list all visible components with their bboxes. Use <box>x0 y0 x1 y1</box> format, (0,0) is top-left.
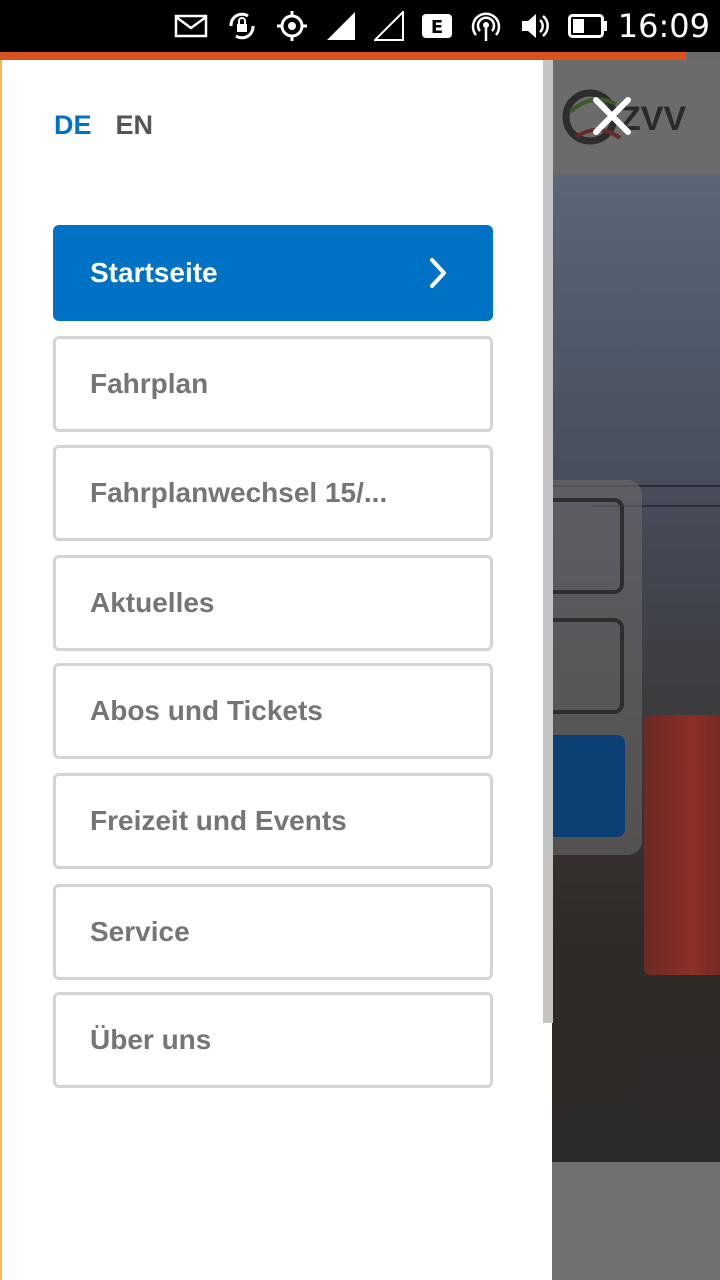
background-input <box>552 498 624 594</box>
mail-icon <box>174 14 208 38</box>
signal-empty-icon <box>374 11 404 41</box>
menu-item-label: Service <box>90 916 190 947</box>
menu-item-label: Freizeit und Events <box>90 805 347 836</box>
menu-item-abos-und-tickets[interactable]: Abos und Tickets <box>53 663 493 759</box>
background-search-card <box>552 480 642 855</box>
background-footer <box>552 1162 720 1280</box>
menu-item-label: Fahrplan <box>90 368 209 399</box>
menu-item-label: Über uns <box>90 1024 212 1055</box>
menu-item-fahrplanwechsel[interactable]: Fahrplanwechsel 15/... <box>53 445 493 541</box>
background-search-button <box>552 735 625 837</box>
menu-item-service[interactable]: Service <box>53 884 493 980</box>
language-switch: DE EN <box>54 110 153 141</box>
menu-item-label: Abos und Tickets <box>90 695 323 726</box>
menu-item-freizeit-und-events[interactable]: Freizeit und Events <box>53 773 493 869</box>
status-bar: E 16:09 <box>0 0 720 52</box>
menu-item-aktuelles[interactable]: Aktuelles <box>53 555 493 651</box>
drawer-scrollbar[interactable] <box>543 60 553 1023</box>
screen-rotation-lock-icon <box>226 10 258 42</box>
background-input <box>552 618 624 714</box>
menu-item-label: Fahrplanwechsel 15/... <box>90 477 388 508</box>
hotspot-icon <box>470 10 502 42</box>
battery-icon <box>568 14 608 38</box>
volume-icon <box>520 11 550 41</box>
chevron-right-icon <box>430 258 446 288</box>
close-icon <box>593 97 631 135</box>
network-e-icon: E <box>422 14 452 38</box>
background-hero-image <box>552 175 720 1162</box>
clock: 16:09 <box>617 7 710 45</box>
language-en[interactable]: EN <box>116 110 154 141</box>
menu-item-ueber-uns[interactable]: Über uns <box>53 992 493 1088</box>
menu-item-label: Aktuelles <box>90 587 215 618</box>
network-e-label: E <box>431 17 443 38</box>
navigation-drawer: DE EN Startseite Fahrplan Fahrplanwechse… <box>0 60 553 1280</box>
location-icon <box>276 10 308 42</box>
close-menu-button[interactable] <box>588 92 636 140</box>
language-de[interactable]: DE <box>54 110 92 141</box>
accent-line <box>0 52 686 60</box>
menu-item-startseite[interactable]: Startseite <box>53 225 493 321</box>
status-icons: E <box>174 8 608 44</box>
menu-item-label: Startseite <box>90 257 218 288</box>
signal-icon <box>326 11 356 41</box>
train-image <box>644 715 720 975</box>
menu-item-fahrplan[interactable]: Fahrplan <box>53 336 493 432</box>
